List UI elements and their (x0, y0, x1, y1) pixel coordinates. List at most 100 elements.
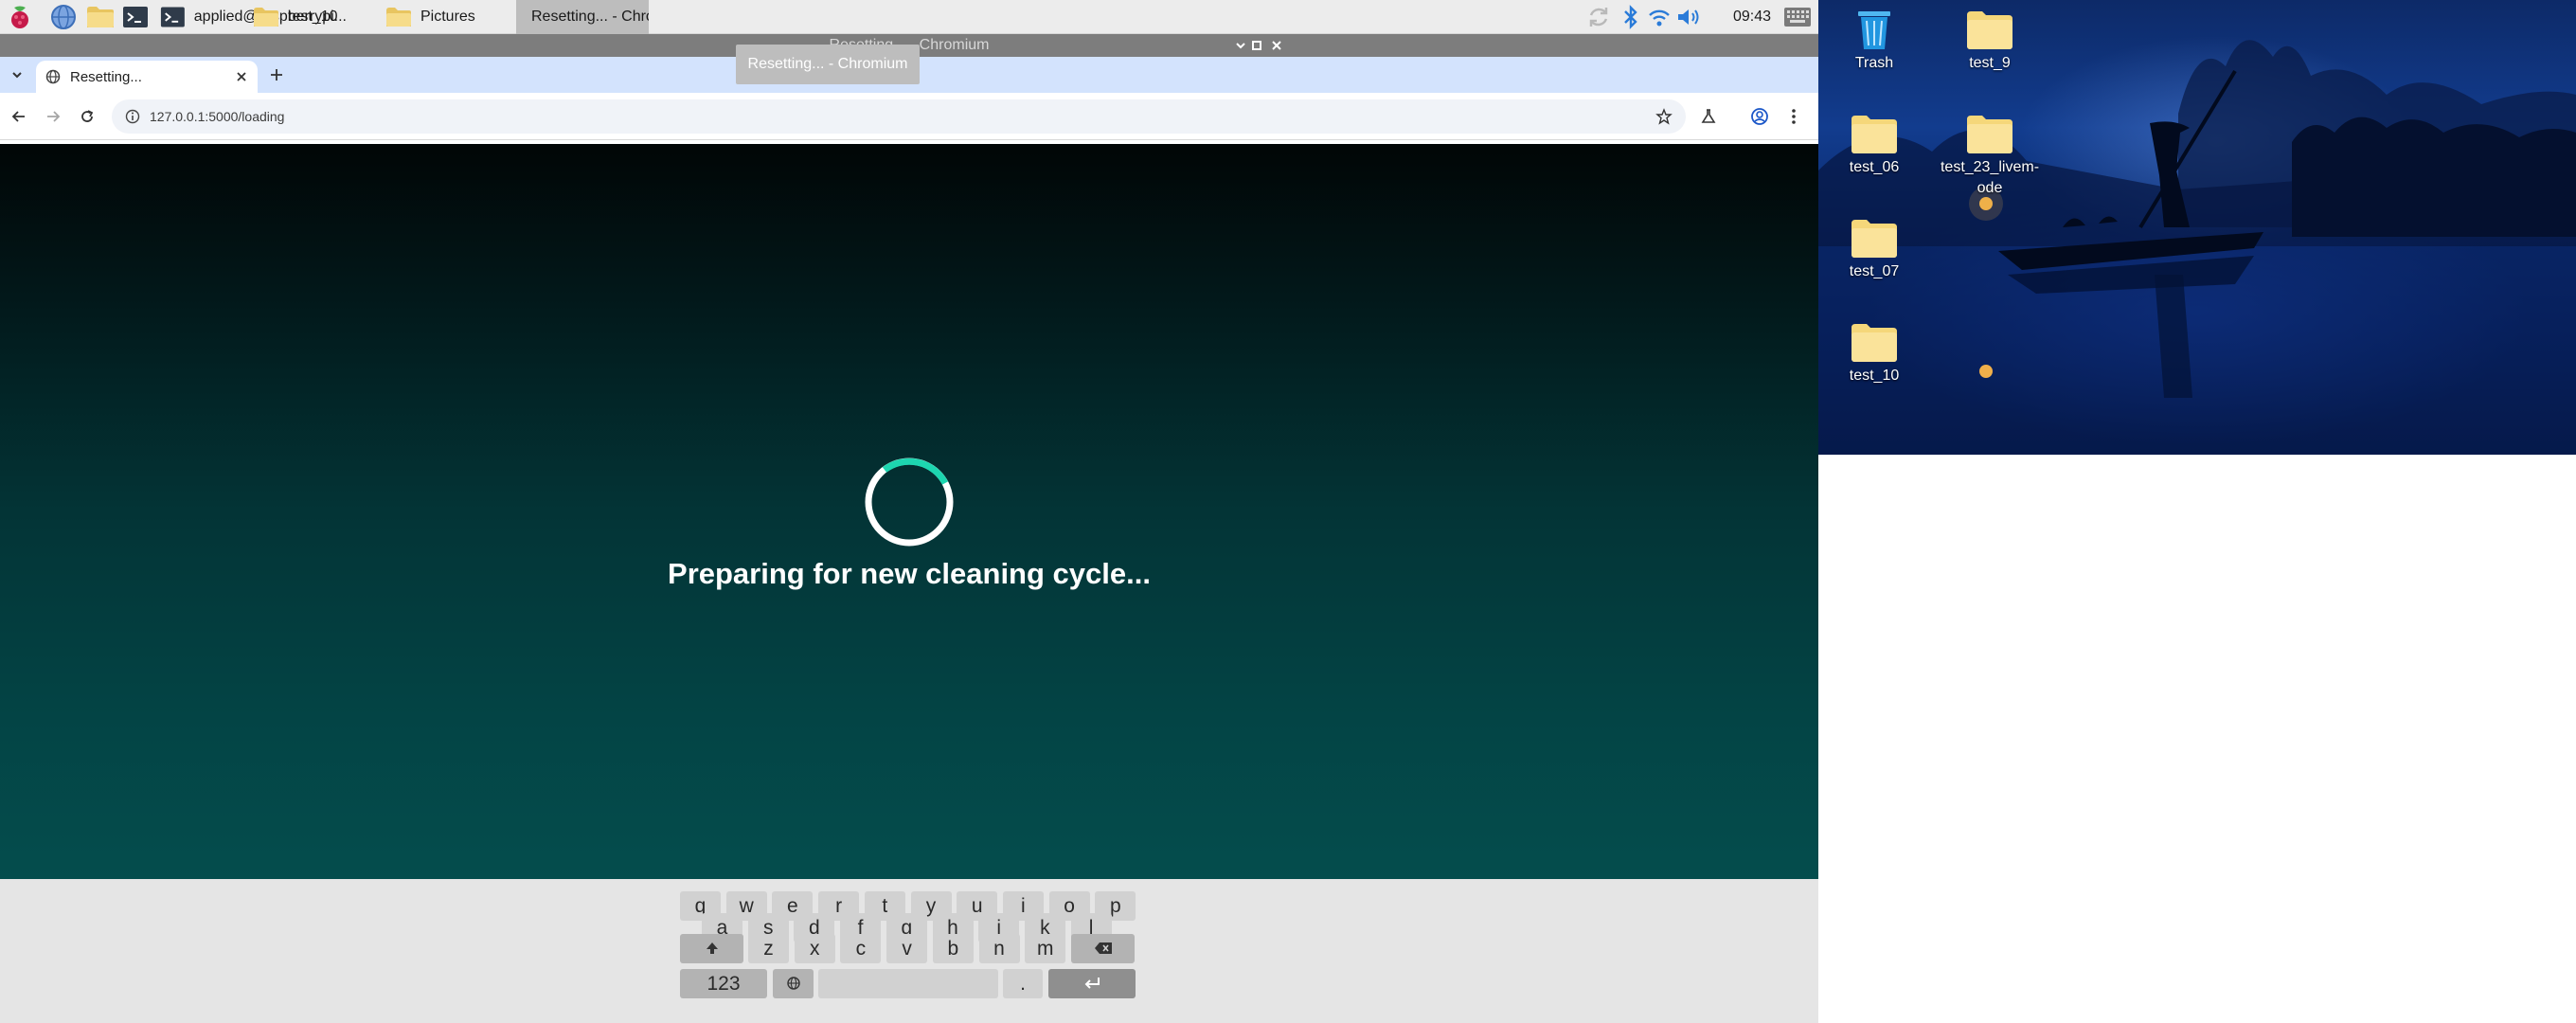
file-manager-launcher[interactable] (85, 2, 116, 32)
on-screen-keyboard: qwertyuiop asdfghjkl zxcvbnm 123 . (0, 879, 1818, 1023)
close-icon[interactable] (235, 70, 248, 83)
page-viewport: Preparing for new cleaning cycle... (0, 144, 1818, 879)
terminal-launcher[interactable] (121, 2, 150, 32)
folder-icon (1852, 220, 1897, 258)
task-pictures[interactable]: Pictures (377, 0, 519, 34)
address-text: 127.0.0.1:5000/loading (150, 109, 285, 124)
speaker-icon (1678, 9, 1699, 25)
desktop-icon-label: Trash (1854, 55, 1894, 71)
arrow-up-icon (706, 942, 718, 954)
raspberry-icon (11, 6, 28, 28)
globe-icon (45, 69, 61, 84)
flask-icon (1701, 109, 1716, 123)
key-z[interactable]: z (748, 934, 789, 963)
folder-icon (1967, 11, 2012, 49)
task-label: Pictures (420, 9, 475, 25)
tab-search-button[interactable] (2, 60, 32, 90)
info-icon[interactable] (125, 109, 140, 124)
forward-button[interactable] (38, 101, 68, 132)
terminal-icon (160, 7, 185, 27)
new-tab-button[interactable] (261, 60, 292, 90)
back-button[interactable] (4, 101, 34, 132)
numbers-key[interactable]: 123 (680, 969, 767, 998)
browser-toolbar: 127.0.0.1:5000/loading (0, 93, 1818, 140)
wallpaper-scene (1818, 40, 2576, 455)
loading-spinner (865, 458, 954, 547)
enter-key[interactable] (1048, 969, 1136, 998)
folder-icon (1967, 116, 2012, 153)
globe-icon (786, 977, 800, 990)
reload-icon (81, 110, 94, 122)
key-b[interactable]: b (932, 934, 974, 963)
volume-indicator[interactable] (1674, 2, 1703, 32)
wifi-indicator[interactable] (1646, 2, 1673, 32)
update-indicator[interactable] (1585, 2, 1612, 32)
star-icon[interactable] (1655, 108, 1673, 125)
arrow-left-icon (11, 111, 25, 122)
desktop-blank-area (1818, 455, 2576, 1023)
sync-icon (1589, 8, 1608, 27)
task-label: test_10 (288, 9, 338, 25)
arrow-right-icon (47, 111, 61, 122)
taskbar: applied@raspberrypi... test_10 Pictures … (0, 0, 1818, 34)
task-test-10[interactable]: test_10 (244, 0, 386, 34)
desktop-icon-test-06[interactable]: test_06 (1822, 110, 1926, 178)
period-key[interactable]: . (1003, 969, 1043, 998)
key-v[interactable]: v (886, 934, 928, 963)
task-chromium[interactable]: Resetting... - Chromiu... (516, 0, 649, 34)
reload-button[interactable] (72, 101, 102, 132)
desktop-icon-test-23-livemode[interactable]: test_23_livem-ode (1938, 110, 2042, 199)
desktop-icon-label: test_07 (1849, 263, 1900, 279)
folder-icon (87, 7, 114, 27)
bluetooth-indicator[interactable] (1619, 2, 1642, 32)
browser-tab[interactable]: Resetting... (36, 61, 258, 93)
desktop-wallpaper: Trash test_9 test_06 test_23_livem-ode t… (1818, 0, 2576, 455)
keyboard-icon (1784, 8, 1811, 27)
task-label: Resetting... - Chromiu... (531, 9, 649, 25)
loading-message: Preparing for new cleaning cycle... (668, 557, 1151, 590)
desktop-icon-trash[interactable]: Trash (1822, 6, 1926, 74)
taskbar-clock[interactable]: 09:43 (1733, 0, 1771, 34)
space-key[interactable] (818, 969, 998, 998)
folder-icon (1852, 116, 1897, 153)
desktop-icon-label: test_06 (1849, 159, 1900, 175)
backspace-icon (1094, 942, 1112, 954)
folder-icon (1852, 324, 1897, 362)
close-window-button[interactable] (1264, 34, 1289, 57)
backspace-key[interactable] (1071, 934, 1135, 963)
desktop-icon-label: test_10 (1849, 368, 1900, 384)
globe-icon (51, 5, 76, 29)
enter-icon (1084, 978, 1100, 989)
language-key[interactable] (773, 969, 814, 998)
tab-title: Resetting... (70, 68, 142, 85)
avatar-icon (1751, 108, 1768, 125)
keyboard-toggle[interactable] (1782, 2, 1813, 32)
labs-button[interactable] (1693, 101, 1724, 132)
key-n[interactable]: n (978, 934, 1020, 963)
web-browser-launcher[interactable] (49, 2, 78, 32)
folder-icon (386, 8, 411, 27)
desktop-icon-label: test_23_livem-ode (1940, 159, 2040, 196)
key-c[interactable]: c (840, 934, 882, 963)
desktop-icon-test-9[interactable]: test_9 (1938, 6, 2042, 74)
desktop-icon-test-07[interactable]: test_07 (1822, 214, 1926, 282)
close-icon (1272, 41, 1281, 50)
more-vertical-icon (1792, 109, 1796, 124)
key-m[interactable]: m (1025, 934, 1066, 963)
terminal-icon (123, 7, 148, 27)
browser-menu-button[interactable] (1779, 101, 1809, 132)
profile-button[interactable] (1744, 101, 1775, 132)
desktop-icon-test-10[interactable]: test_10 (1822, 318, 1926, 386)
raspberry-menu-button[interactable] (6, 2, 34, 32)
folder-icon (254, 8, 278, 27)
taskbar-tooltip: Resetting... - Chromium (736, 45, 920, 84)
chromium-window: Resetting... - Chromium Resetting... (0, 34, 1818, 1023)
wifi-icon (1649, 9, 1670, 27)
address-bar[interactable]: 127.0.0.1:5000/loading (112, 99, 1686, 134)
shift-key[interactable] (680, 934, 743, 963)
restore-icon (1252, 41, 1261, 50)
chevron-down-icon (12, 72, 22, 79)
desktop-icon-label: test_9 (1969, 55, 2011, 71)
key-x[interactable]: x (794, 934, 835, 963)
bluetooth-icon (1624, 5, 1637, 29)
